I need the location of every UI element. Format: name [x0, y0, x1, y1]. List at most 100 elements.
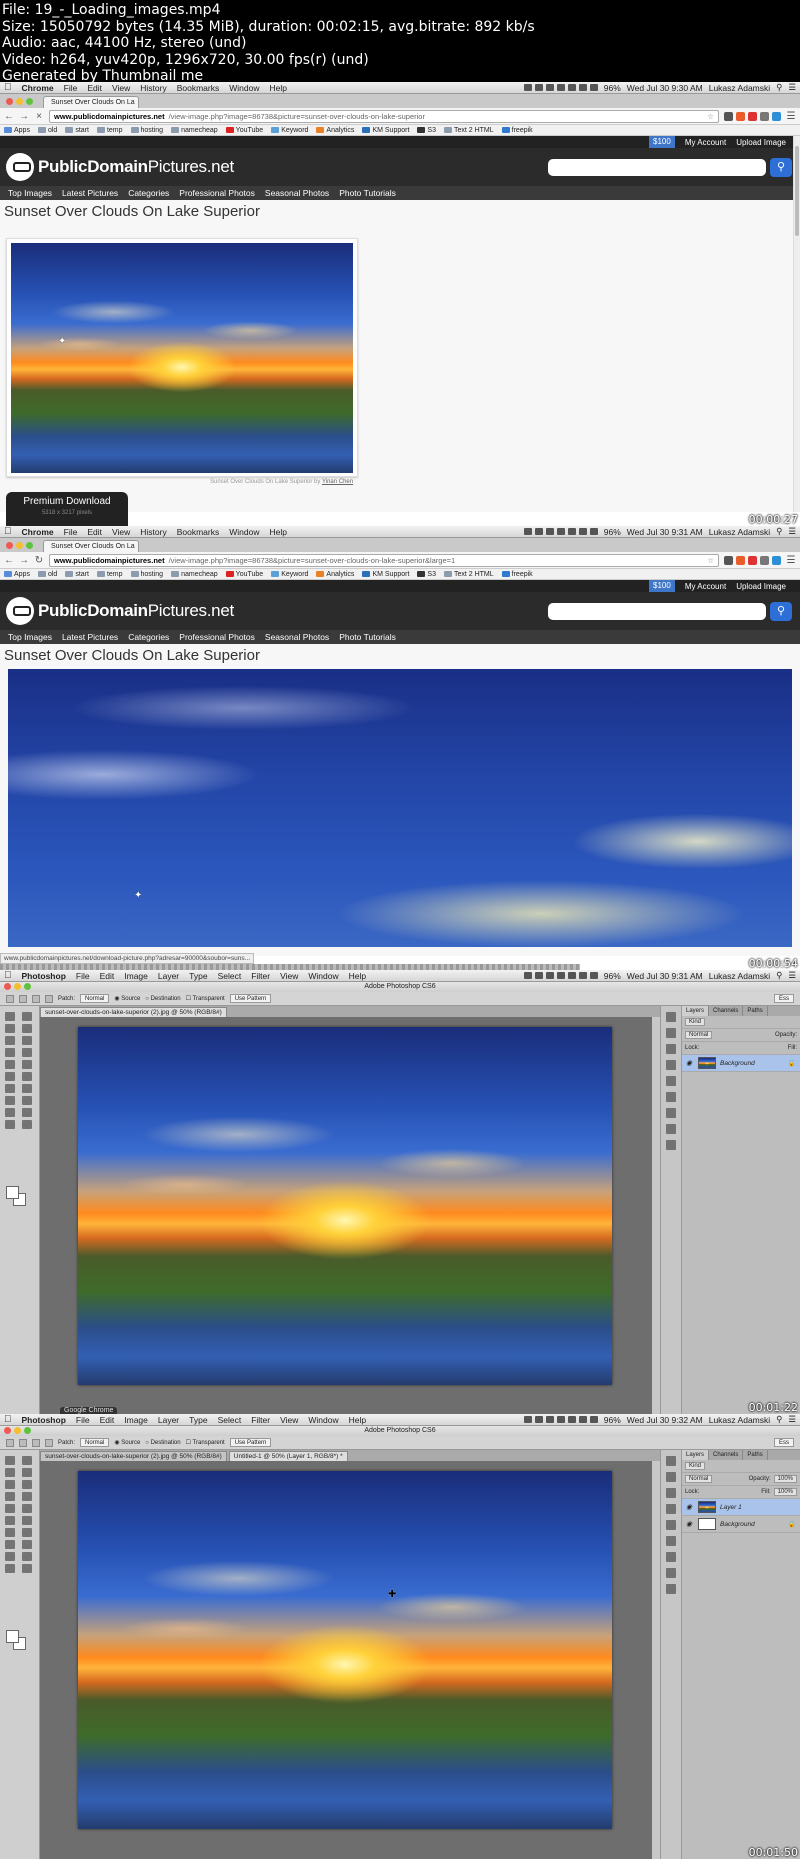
minimize-icon[interactable]: [14, 983, 21, 990]
brush-panel-icon[interactable]: [666, 1044, 676, 1054]
menu-image[interactable]: Image: [124, 971, 148, 981]
menu-type[interactable]: Type: [189, 1415, 207, 1425]
gradient-tool-icon[interactable]: [22, 1072, 32, 1081]
layer-filter-select[interactable]: Kind: [685, 1018, 706, 1026]
menu-filter[interactable]: Filter: [251, 1415, 270, 1425]
menu-app-photoshop[interactable]: Photoshop: [22, 971, 66, 981]
visibility-eye-icon[interactable]: ◉: [686, 1520, 694, 1528]
doc-tab-sunset[interactable]: sunset-over-clouds-on-lake-superior (2).…: [40, 1451, 227, 1461]
notification-icon[interactable]: ☰: [788, 526, 796, 537]
paragraph-panel-icon[interactable]: [666, 1092, 676, 1102]
menu-app-photoshop[interactable]: Photoshop: [22, 1415, 66, 1425]
bookmark-text2html[interactable]: Text 2 HTML: [443, 127, 494, 134]
pen-tool-icon[interactable]: [5, 1096, 15, 1105]
lasso-tool-icon[interactable]: [5, 1468, 15, 1477]
site-logo-icon[interactable]: [6, 597, 34, 625]
gradient-tool-icon[interactable]: [22, 1516, 32, 1525]
canvas-scrollbar[interactable]: [652, 1017, 660, 1414]
doc-tab-sunset[interactable]: sunset-over-clouds-on-lake-superior (2).…: [40, 1007, 227, 1017]
eraser-tool-icon[interactable]: [5, 1516, 15, 1525]
zoom-icon[interactable]: [24, 1427, 31, 1434]
menu-view[interactable]: View: [280, 971, 298, 981]
menu-window[interactable]: Window: [308, 1415, 338, 1425]
status-bar-icons[interactable]: [523, 1416, 598, 1423]
paragraph-panel-icon[interactable]: [666, 1536, 676, 1546]
nav-photo-tutorials[interactable]: Photo Tutorials: [339, 188, 396, 198]
minimize-icon[interactable]: [16, 542, 23, 549]
menu-view[interactable]: View: [280, 1415, 298, 1425]
patch-tool-icon[interactable]: [5, 1492, 15, 1501]
bookmark-youtube[interactable]: YouTube: [225, 127, 263, 134]
forward-icon[interactable]: →: [19, 111, 29, 122]
history-panel-icon[interactable]: [666, 1012, 676, 1022]
menu-layer[interactable]: Layer: [158, 1415, 179, 1425]
upload-image-link[interactable]: Upload Image: [736, 582, 786, 591]
info-panel-icon[interactable]: [666, 1472, 676, 1482]
site-logo-text[interactable]: PublicDomainPictures.net: [38, 601, 234, 621]
use-pattern-button[interactable]: Use Pattern: [229, 1438, 272, 1447]
bookmark-old[interactable]: old: [37, 127, 57, 134]
site-search-button[interactable]: ⚲: [770, 602, 792, 621]
selection-mode-subtract-icon[interactable]: [45, 1438, 53, 1447]
bookmark-freepik[interactable]: freepik: [501, 571, 533, 578]
menu-help[interactable]: Help: [269, 527, 286, 537]
eyedropper-icon[interactable]: [22, 1036, 32, 1045]
patch-tool-icon[interactable]: [6, 994, 14, 1003]
notification-icon[interactable]: ☰: [788, 1414, 796, 1425]
opacity-field[interactable]: 100%: [773, 1475, 797, 1483]
ps-canvas[interactable]: [78, 1471, 612, 1829]
sunset-photo[interactable]: [11, 243, 353, 473]
page-scrollbar[interactable]: [793, 136, 800, 512]
zoom-icon[interactable]: [24, 983, 31, 990]
marquee-tool-icon[interactable]: [5, 1456, 15, 1465]
eraser-tool-icon[interactable]: [5, 1072, 15, 1081]
patch-tool-icon[interactable]: [6, 1438, 14, 1447]
bookmark-keyword[interactable]: Keyword: [271, 127, 308, 134]
apple-icon[interactable]: : [4, 82, 12, 93]
selection-mode-add-icon[interactable]: [32, 994, 40, 1003]
bookmark-namecheap[interactable]: namecheap: [171, 571, 218, 578]
ps-canvas[interactable]: [78, 1027, 612, 1385]
stamp-tool-icon[interactable]: [5, 1060, 15, 1069]
layer-row-layer-1[interactable]: ◉ Layer 1: [682, 1499, 800, 1516]
move-tool-icon[interactable]: [22, 1012, 32, 1021]
nav-latest-pictures[interactable]: Latest Pictures: [62, 632, 118, 642]
browser-tab[interactable]: Sunset Over Clouds On La×: [43, 96, 139, 108]
character-panel-icon[interactable]: [666, 1520, 676, 1530]
menu-view[interactable]: View: [112, 83, 130, 93]
source-radio[interactable]: ◉ Source: [114, 1439, 140, 1446]
path-select-icon[interactable]: [5, 1552, 15, 1561]
layer-row-background[interactable]: ◉ Background 🔒: [682, 1055, 800, 1072]
bookmark-analytics[interactable]: Analytics: [316, 127, 354, 134]
bookmark-temp[interactable]: temp: [96, 127, 123, 134]
nav-top-images[interactable]: Top Images: [8, 632, 52, 642]
extension-icons[interactable]: [724, 555, 781, 565]
magic-wand-icon[interactable]: [22, 1024, 32, 1033]
info-panel-icon[interactable]: [666, 1028, 676, 1038]
stamp-tool-icon[interactable]: [5, 1504, 15, 1513]
dodge-tool-icon[interactable]: [22, 1084, 32, 1093]
hand-tool-icon[interactable]: [5, 1120, 15, 1129]
bookmark-s3[interactable]: S3: [417, 127, 436, 134]
use-pattern-button[interactable]: Use Pattern: [229, 994, 272, 1003]
menu-edit[interactable]: Edit: [100, 1415, 115, 1425]
user-name[interactable]: Lukasz Adamski: [709, 1415, 770, 1425]
patch-mode-select[interactable]: Normal: [80, 1438, 110, 1447]
bookmark-analytics[interactable]: Analytics: [316, 571, 354, 578]
address-bar[interactable]: www.publicdomainpictures.net/view-image.…: [49, 553, 719, 567]
pen-tool-icon[interactable]: [5, 1540, 15, 1549]
upload-image-link[interactable]: Upload Image: [736, 138, 786, 147]
patch-mode-select[interactable]: Normal: [80, 994, 110, 1003]
menu-window[interactable]: Window: [229, 527, 259, 537]
menu-window[interactable]: Window: [229, 83, 259, 93]
selection-mode-new-icon[interactable]: [19, 1438, 27, 1447]
apple-icon[interactable]: : [4, 526, 12, 537]
menu-edit[interactable]: Edit: [100, 971, 115, 981]
bookmark-star-icon[interactable]: ☆: [707, 556, 714, 565]
zoom-icon[interactable]: [26, 542, 33, 549]
nav-professional-photos[interactable]: Professional Photos: [179, 188, 255, 198]
menu-help[interactable]: Help: [269, 83, 286, 93]
site-logo-text[interactable]: PublicDomainPictures.net: [38, 157, 234, 177]
site-logo-icon[interactable]: [6, 153, 34, 181]
selection-mode-add-icon[interactable]: [32, 1438, 40, 1447]
